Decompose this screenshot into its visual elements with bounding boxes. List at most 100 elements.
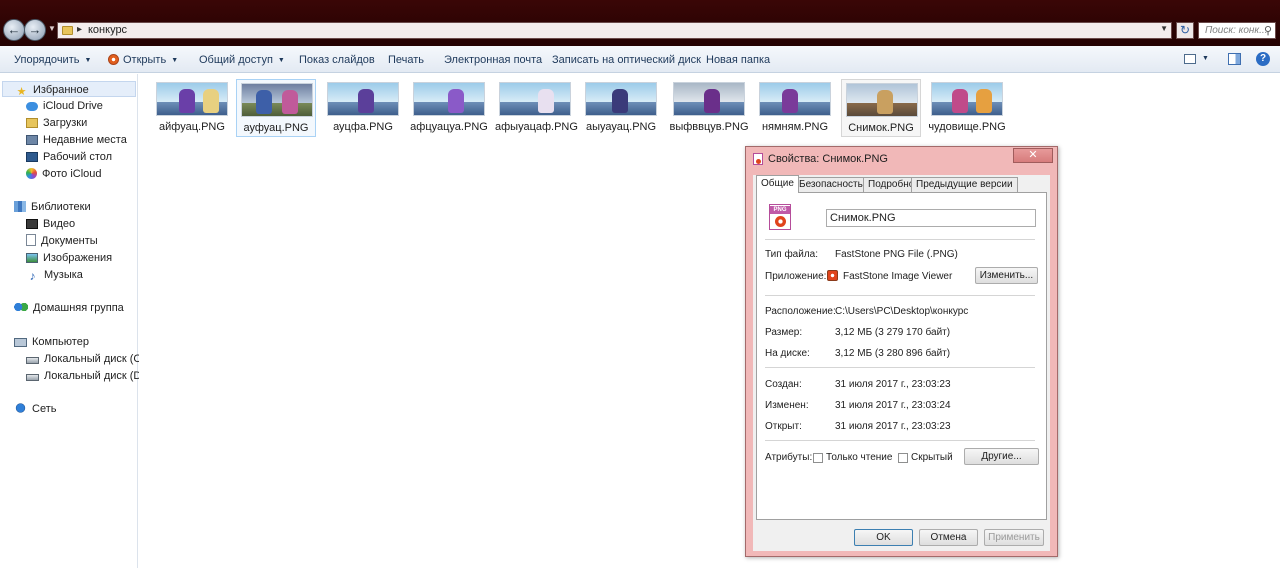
cancel-button[interactable]: Отмена	[919, 529, 978, 546]
file-item[interactable]: нямням.PNG	[755, 79, 835, 137]
refresh-button[interactable]: ↻	[1176, 22, 1194, 39]
close-button[interactable]: ✕	[1013, 148, 1053, 163]
sidebar-item-drive-c[interactable]: Локальный диск (C:)	[26, 351, 148, 367]
apply-button: Применить	[984, 529, 1044, 546]
back-button[interactable]: ←	[3, 19, 25, 41]
file-item[interactable]: чудовище.PNG	[927, 79, 1007, 137]
location-value: C:\Users\PC\Desktop\конкурс	[835, 306, 969, 317]
image-thumbnail	[673, 82, 745, 116]
drive-icon	[26, 357, 39, 364]
image-thumbnail	[585, 82, 657, 116]
breadcrumb-chevron-icon[interactable]: ▸	[77, 24, 82, 35]
file-name: нямням.PNG	[761, 121, 829, 133]
email-button[interactable]: Электронная почта	[444, 54, 542, 66]
forward-button[interactable]: →	[24, 19, 46, 41]
image-thumbnail	[241, 83, 313, 117]
disk-size-value: 3,12 МБ (3 280 896 байт)	[835, 348, 951, 359]
sidebar-item-music[interactable]: ♪ Музыка	[26, 267, 83, 283]
divider	[765, 367, 1035, 368]
readonly-checkbox[interactable]	[813, 453, 823, 463]
image-thumbnail	[499, 82, 571, 116]
help-icon[interactable]: ?	[1256, 52, 1270, 66]
print-button[interactable]: Печать	[388, 54, 424, 66]
network-icon	[14, 402, 27, 414]
file-item[interactable]: ауцфа.PNG	[323, 79, 403, 137]
star-icon: ★	[16, 86, 27, 98]
homegroup-icon	[14, 301, 28, 313]
image-thumbnail	[327, 82, 399, 116]
hidden-checkbox[interactable]	[898, 453, 908, 463]
sidebar-item-libraries[interactable]: Библиотеки	[14, 199, 91, 215]
hidden-label[interactable]: Скрытый	[911, 452, 953, 463]
file-name: ауфуац.PNG	[243, 122, 309, 134]
drive-icon	[26, 374, 39, 381]
location-label: Расположение:	[765, 306, 836, 317]
file-name: афцуацуа.PNG	[410, 121, 488, 133]
libraries-icon	[14, 201, 26, 212]
sidebar-item-drive-d[interactable]: Локальный диск (D:)	[26, 368, 148, 384]
tab-general[interactable]: Общие	[756, 175, 799, 193]
png-file-icon: PNG	[769, 204, 791, 230]
chevron-down-icon: ▼	[277, 57, 285, 64]
file-item[interactable]: Снимок.PNG	[841, 79, 921, 137]
file-item[interactable]: афцуацуа.PNG	[409, 79, 489, 137]
slideshow-button[interactable]: Показ слайдов	[299, 54, 375, 66]
organize-button[interactable]: Упорядочить ▼	[14, 54, 91, 66]
breadcrumb-current[interactable]: конкурс	[88, 24, 127, 36]
search-icon[interactable]: ⚲	[1264, 24, 1272, 37]
file-item[interactable]: айфуац.PNG	[152, 79, 232, 137]
dialog-body: Общие Безопасность Подробно Предыдущие в…	[753, 175, 1050, 551]
image-thumbnail	[156, 82, 228, 116]
downloads-folder-icon	[26, 118, 38, 128]
sidebar-item-downloads[interactable]: Загрузки	[26, 115, 87, 131]
sidebar-item-icloud-photos[interactable]: Фото iCloud	[26, 166, 102, 182]
disk-size-label: На диске:	[765, 348, 810, 359]
new-folder-button[interactable]: Новая папка	[706, 54, 770, 66]
faststone-icon	[827, 270, 838, 281]
application-value: FastStone Image Viewer	[827, 270, 952, 282]
sidebar-item-recent-places[interactable]: Недавние места	[26, 132, 127, 148]
cloud-icon	[26, 102, 38, 111]
sidebar-item-documents[interactable]: Документы	[26, 233, 98, 249]
file-name: Снимок.PNG	[848, 122, 914, 134]
sidebar-item-computer[interactable]: Компьютер	[14, 334, 89, 350]
filename-field[interactable]: Снимок.PNG	[826, 209, 1036, 227]
sidebar-item-pictures[interactable]: Изображения	[26, 250, 112, 266]
view-options-icon[interactable]	[1184, 54, 1196, 64]
share-button[interactable]: Общий доступ ▼	[199, 54, 285, 66]
advanced-button[interactable]: Другие...	[964, 448, 1039, 465]
change-button[interactable]: Изменить...	[975, 267, 1038, 284]
address-dropdown-icon[interactable]: ▼	[1160, 24, 1168, 33]
chevron-down-icon: ▼	[84, 57, 92, 64]
recent-pages-dropdown[interactable]: ▼	[48, 24, 56, 33]
file-item[interactable]: ауфуац.PNG	[236, 79, 316, 137]
search-input[interactable]: Поиск: конк... ⚲	[1198, 22, 1276, 39]
file-item[interactable]: выфввцув.PNG	[669, 79, 749, 137]
burn-button[interactable]: Записать на оптический диск	[552, 54, 701, 66]
sidebar-item-network[interactable]: Сеть	[14, 401, 56, 417]
divider	[765, 440, 1035, 441]
accessed-label: Открыт:	[765, 421, 802, 432]
sidebar-item-homegroup[interactable]: Домашняя группа	[14, 300, 124, 316]
sidebar-item-icloud-drive[interactable]: iCloud Drive	[26, 98, 103, 114]
divider	[765, 295, 1035, 296]
ok-button[interactable]: OK	[854, 529, 913, 546]
readonly-label[interactable]: Только чтение	[826, 452, 892, 463]
address-bar[interactable]: ▸ конкурс ▼	[57, 22, 1172, 39]
file-item[interactable]: аыуауац.PNG	[581, 79, 661, 137]
pictures-icon	[26, 253, 38, 263]
open-button[interactable]: Открыть ▼	[108, 54, 178, 66]
file-name: чудовище.PNG	[928, 121, 1006, 133]
sidebar-item-favorites[interactable]: ★ Избранное	[2, 81, 136, 98]
image-thumbnail	[846, 83, 918, 117]
sidebar-item-desktop[interactable]: Рабочий стол	[26, 149, 112, 165]
modified-value: 31 июля 2017 г., 23:03:24	[835, 400, 951, 411]
preview-pane-icon[interactable]	[1228, 53, 1241, 65]
title-bar: ← → ▼ ▸ конкурс ▼ ↻ Поиск: конк... ⚲	[0, 0, 1280, 46]
chevron-down-icon[interactable]: ▼	[1202, 55, 1209, 62]
sidebar-item-video[interactable]: Видео	[26, 216, 75, 232]
general-tab-panel: PNG Снимок.PNG Тип файла: FastStone PNG …	[756, 192, 1047, 520]
tab-previous-versions[interactable]: Предыдущие версии	[911, 177, 1018, 192]
tab-security[interactable]: Безопасность	[794, 177, 868, 192]
file-item[interactable]: афыуацаф.PNG	[495, 79, 578, 137]
